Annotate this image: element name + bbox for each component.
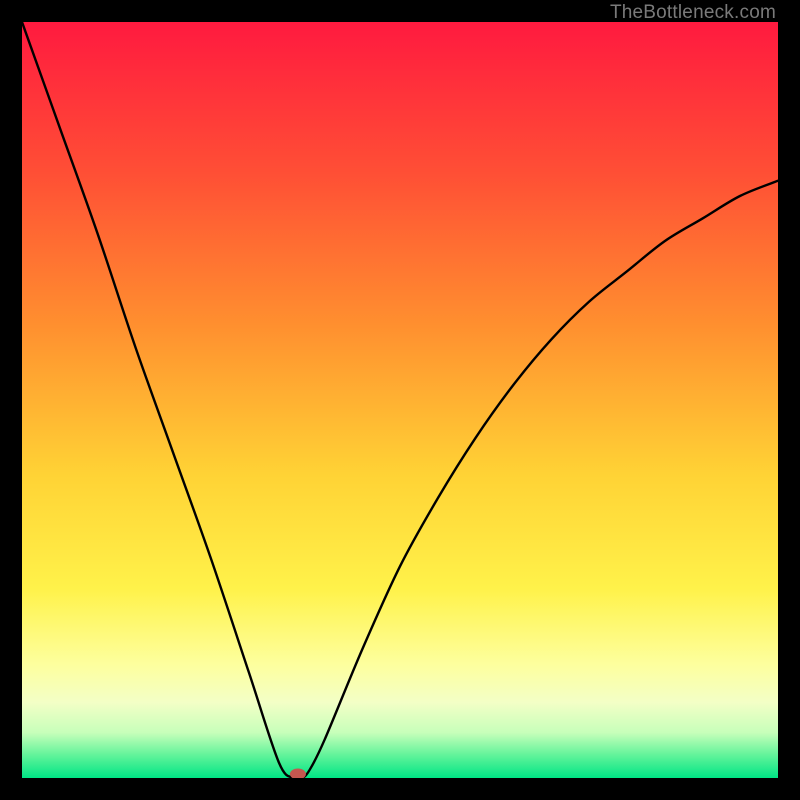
bottleneck-curve bbox=[22, 22, 778, 778]
optimal-point-marker bbox=[290, 769, 306, 779]
chart-frame bbox=[22, 22, 778, 778]
watermark-text: TheBottleneck.com bbox=[610, 2, 776, 24]
bottleneck-curve-plot bbox=[22, 22, 778, 778]
